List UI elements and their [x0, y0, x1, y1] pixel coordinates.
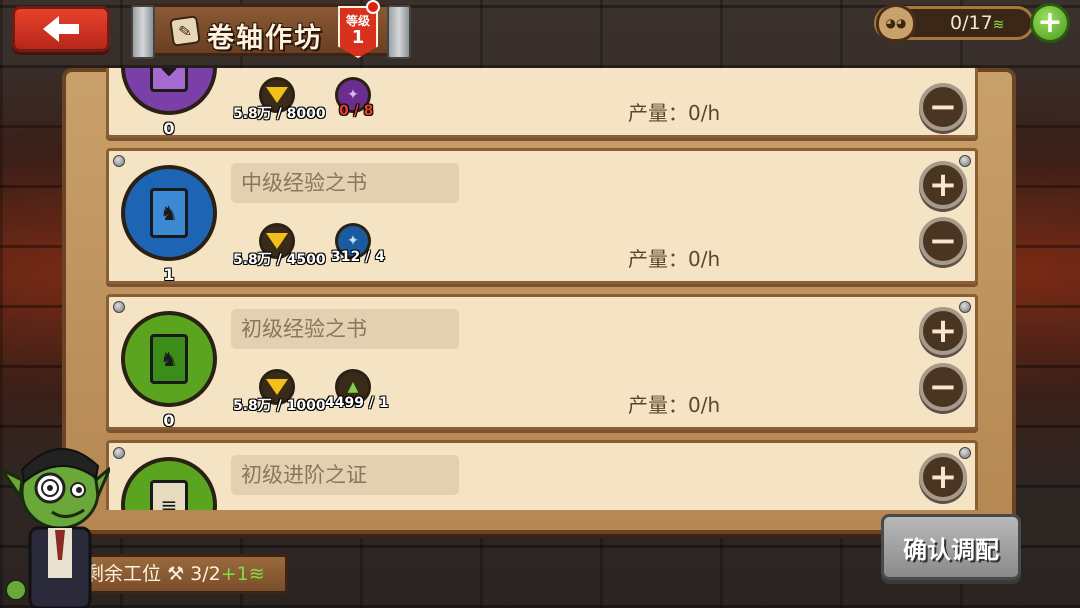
worker-count-value: 0/17 — [950, 12, 993, 34]
back-arrow-icon — [43, 16, 79, 42]
recipe-row: ◆ 0 5.8万 / 8000 ✦ 0 / 8 产量：0/h − — [106, 68, 978, 138]
rivet — [959, 155, 971, 167]
recipe-name: 中级经验之书 — [231, 163, 459, 203]
plus-button[interactable]: + — [919, 307, 967, 355]
output-rate: 产量：0/h — [628, 247, 721, 271]
recipe-emblem: ≡ — [121, 457, 217, 510]
slots-value: 3/2 — [190, 563, 221, 585]
recipe-name: 初级进阶之证 — [231, 455, 459, 495]
plus-button[interactable]: + — [919, 161, 967, 209]
plate-cap-left — [131, 5, 155, 59]
plate-cap-right — [387, 5, 411, 59]
output-rate: 产量：0/h — [628, 101, 721, 125]
scroll-quill-icon: ✎ — [169, 15, 201, 47]
recipe-emblem: ◆ — [121, 68, 217, 115]
recipe-emblem: ♞ — [121, 165, 217, 261]
book-icon: ♞ — [150, 188, 188, 238]
gold-cost: 5.8万 / 4500 — [233, 252, 326, 268]
gold-cost: 5.8万 / 1000 — [233, 398, 326, 414]
recipe-row: ♞ 0 初级经验之书 5.8万 / 1000 ▲ 4499 / 1 产量：0/h… — [106, 294, 978, 430]
recipe-count: 0 — [163, 119, 175, 138]
rivet — [113, 447, 125, 459]
recipe-row: ♞ 1 中级经验之书 5.8万 / 4500 ✦ 312 / 4 产量：0/h … — [106, 148, 978, 284]
book-icon: ◆ — [150, 68, 188, 92]
page-title: 卷轴作坊 — [207, 23, 323, 54]
confirm-allocation-button[interactable]: 确认调配 — [881, 514, 1021, 580]
slots-icon: ⚒ — [167, 563, 185, 585]
rivet — [959, 301, 971, 313]
crystal-cost: 0 / 8 — [339, 103, 373, 119]
slots-bonus: +1 — [220, 563, 249, 585]
add-worker-button[interactable]: + — [1030, 3, 1070, 43]
back-button[interactable] — [12, 6, 110, 52]
plus-button[interactable]: + — [919, 453, 967, 501]
goblin-face-icon: ◕◕ — [876, 4, 916, 42]
gold-cost: 5.8万 / 8000 — [233, 106, 326, 122]
minus-button[interactable]: − — [919, 217, 967, 265]
recipe-row: ≡ 初级进阶之证 + — [106, 440, 978, 510]
recipe-name: 初级经验之书 — [231, 309, 459, 349]
scroll-icon: ≡ — [150, 480, 188, 510]
rivet — [959, 447, 971, 459]
worker-count: 0/17≋ — [950, 12, 1004, 34]
output-rate: 产量：0/h — [628, 393, 721, 417]
recipe-list[interactable]: ◆ 0 5.8万 / 8000 ✦ 0 / 8 产量：0/h − ♞ 1 中级经… — [98, 68, 988, 510]
book-icon: ♞ — [150, 334, 188, 384]
crystal-cost: 4499 / 1 — [325, 395, 389, 411]
crystal-need: / 8 — [348, 103, 374, 119]
recipe-count: 1 — [163, 265, 175, 284]
worker-boost-icon: ≋ — [992, 17, 1005, 33]
minus-button[interactable]: − — [919, 363, 967, 411]
minus-button[interactable]: − — [919, 83, 967, 131]
recipe-emblem: ♞ — [121, 311, 217, 407]
level-value: 1 — [351, 27, 365, 48]
crystal-have: 0 — [339, 103, 349, 119]
rivet — [113, 155, 125, 167]
crystal-cost: 312 / 4 — [331, 249, 385, 265]
recipe-count: 0 — [163, 411, 175, 430]
rivet — [113, 301, 125, 313]
slots-boost-icon: ≋ — [248, 563, 265, 585]
goblin-mascot — [0, 448, 110, 608]
notification-dot — [366, 0, 380, 14]
